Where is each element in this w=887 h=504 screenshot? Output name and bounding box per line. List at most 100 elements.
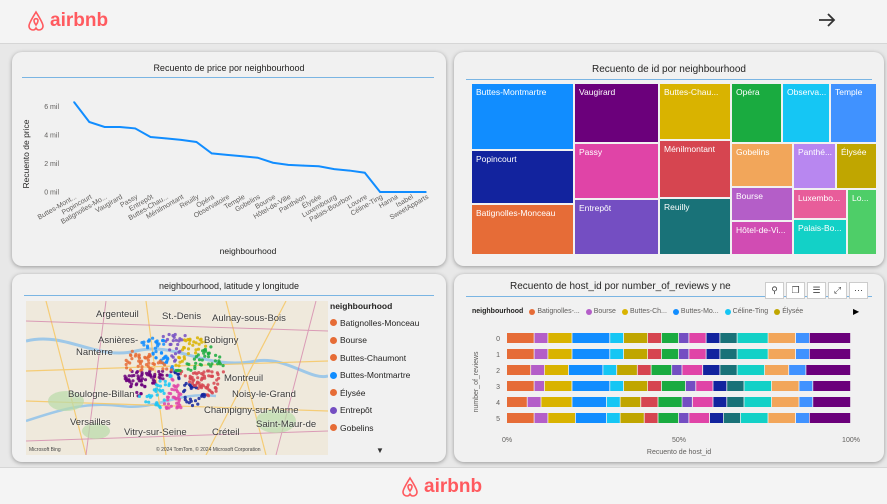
- listing-point: [183, 398, 187, 402]
- listing-point: [198, 362, 202, 366]
- treemap-tile[interactable]: Vaugirard: [574, 83, 659, 143]
- arrow-right-icon[interactable]: [817, 10, 837, 36]
- treemap-tile[interactable]: Temple: [830, 83, 877, 143]
- treemap-tile[interactable]: Popincourt: [471, 150, 574, 204]
- map-legend-item[interactable]: Buttes-Chaumont: [330, 349, 442, 367]
- map-legend-item[interactable]: Batignolles-Monceau: [330, 314, 442, 332]
- listing-point: [162, 339, 166, 343]
- treemap-tile[interactable]: Panthé...: [793, 143, 836, 189]
- bar-segment: [789, 365, 806, 375]
- map-legend-item[interactable]: Entrepôt: [330, 402, 442, 420]
- line-point: [409, 191, 412, 193]
- listing-point: [147, 400, 151, 404]
- listing-point: [142, 340, 146, 344]
- line-chart[interactable]: 6 mil 4 mil 2 mil 0 mil Recuento de price nei…: [12, 52, 446, 266]
- treemap-tile[interactable]: Hôtel-de-Vi...: [731, 221, 793, 255]
- listing-point: [136, 374, 140, 378]
- listing-point: [140, 371, 144, 375]
- treemap-tile[interactable]: Opéra: [731, 83, 782, 143]
- bar-segment: [689, 333, 706, 343]
- listing-point: [165, 337, 170, 342]
- listing-point: [157, 375, 161, 379]
- listing-point: [162, 398, 166, 402]
- treemap-tile[interactable]: Ménilmontant: [659, 140, 731, 198]
- bar-segment: [603, 365, 617, 375]
- treemap-chart[interactable]: Buttes-Montmartre Popincourt Batignolles-M…: [471, 83, 881, 255]
- listing-point: [139, 392, 143, 396]
- treemap-tile[interactable]: Bourse: [731, 187, 793, 221]
- bar-segment: [648, 349, 661, 359]
- stacked-bar-chart[interactable]: 0123450% 50% 100%Recuento de host_idnumber…: [454, 274, 884, 462]
- treemap-tile[interactable]: Buttes-Chau...: [659, 83, 731, 140]
- listing-point: [200, 376, 204, 380]
- treemap-tile[interactable]: Élysée: [836, 143, 877, 189]
- bar-segment: [679, 333, 689, 343]
- listing-point: [166, 402, 170, 406]
- bar-segment: [706, 349, 720, 359]
- listing-point: [146, 339, 150, 343]
- listing-point: [214, 389, 218, 393]
- treemap-tile[interactable]: Palais-Bo...: [793, 219, 847, 255]
- bar-segment: [620, 413, 644, 423]
- listing-point: [176, 396, 180, 400]
- bar-segment: [679, 349, 689, 359]
- listing-point: [144, 400, 148, 404]
- legend-scroll-down-icon[interactable]: ▼: [376, 446, 384, 455]
- listing-point: [130, 357, 134, 361]
- listing-point: [206, 393, 210, 397]
- bar-segment: [575, 413, 606, 423]
- bar-segment: [727, 397, 744, 407]
- map-legend-item[interactable]: Gobelins: [330, 419, 442, 437]
- treemap-tile[interactable]: Gobelins: [731, 143, 793, 187]
- map-canvas[interactable]: Argenteuil St.-Denis Aulnay-sous-Bois Asniè…: [26, 301, 328, 455]
- listing-point: [133, 354, 137, 358]
- listing-point: [193, 366, 197, 371]
- listing-point: [173, 352, 178, 356]
- listing-point: [168, 373, 172, 377]
- listing-point: [145, 344, 150, 348]
- bar-segment: [661, 381, 686, 391]
- treemap-tile[interactable]: Observa...: [782, 83, 830, 143]
- treemap-tile[interactable]: Batignolles-Monceau: [471, 204, 574, 255]
- bar-segment: [648, 333, 661, 343]
- map-legend-item[interactable]: Élysée: [330, 384, 442, 402]
- listing-point: [206, 369, 210, 373]
- bar-segment: [813, 381, 851, 391]
- listing-point: [213, 359, 217, 363]
- treemap-tile[interactable]: Entrepôt: [574, 199, 659, 255]
- bar-segment: [572, 381, 610, 391]
- title-underline: [466, 79, 872, 80]
- listing-point: [200, 340, 204, 344]
- map-legend-item[interactable]: Bourse: [330, 332, 442, 350]
- listing-point: [184, 339, 188, 343]
- treemap-tile[interactable]: Passy: [574, 143, 659, 199]
- legend-dot-icon: [330, 389, 337, 397]
- map-panel: neighbourhood, latitude y longitude Arge…: [12, 274, 446, 462]
- bar-segment: [507, 333, 534, 343]
- treemap-tile[interactable]: Lo...: [847, 189, 877, 255]
- y-tick-label: 6 mil: [44, 104, 59, 111]
- listing-point: [140, 367, 144, 372]
- treemap-tile[interactable]: Luxembo...: [793, 189, 847, 219]
- listing-point: [166, 357, 170, 361]
- listing-point: [174, 363, 178, 367]
- listing-point: [157, 388, 162, 392]
- map-place-label: Champigny-sur-Marne: [204, 405, 299, 416]
- treemap-tile[interactable]: Buttes-Montmartre: [471, 83, 574, 150]
- airbnb-icon: [28, 10, 44, 31]
- listing-point: [165, 373, 169, 377]
- bar-segment: [606, 397, 620, 407]
- listing-point: [186, 367, 190, 371]
- treemap-tile[interactable]: Reuilly: [659, 198, 731, 255]
- bar-segment: [692, 397, 713, 407]
- bar-segment: [737, 333, 768, 343]
- listing-point: [147, 352, 151, 357]
- x-axis-label: Recuento de host_id: [647, 449, 711, 456]
- line-point: [363, 171, 366, 174]
- brand-name: airbnb: [50, 10, 109, 31]
- listing-point: [183, 374, 187, 378]
- bar-segment: [768, 413, 796, 423]
- map-legend-item[interactable]: Buttes-Montmartre: [330, 367, 442, 385]
- listing-point: [177, 375, 181, 379]
- listing-point: [194, 351, 198, 355]
